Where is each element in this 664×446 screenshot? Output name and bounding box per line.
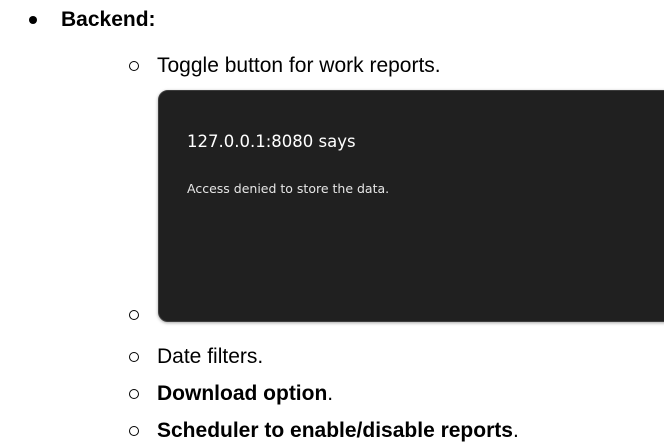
scheduler-period: . bbox=[512, 419, 519, 442]
sub-bullet-circle bbox=[129, 61, 139, 71]
bullet-dot bbox=[29, 16, 37, 24]
sub-bullet-circle bbox=[129, 352, 139, 362]
section-heading: Backend: bbox=[61, 8, 156, 31]
sub-bullet-circle bbox=[129, 389, 139, 399]
list-item-scheduler: Scheduler to enable/disable reports. bbox=[157, 419, 519, 443]
scheduler-label: Scheduler to enable/disable reports bbox=[157, 419, 513, 442]
alert-dialog-screenshot: 127.0.0.1:8080 says Access denied to sto… bbox=[158, 90, 664, 322]
list-item-date-filters: Date filters. bbox=[157, 345, 264, 368]
dialog-message: Access denied to store the data. bbox=[187, 181, 390, 196]
sub-bullet-circle bbox=[129, 426, 139, 436]
dialog-title: 127.0.0.1:8080 says bbox=[187, 132, 356, 151]
download-option-label: Download option bbox=[157, 382, 328, 405]
download-option-period: . bbox=[327, 382, 334, 405]
list-item-download-option: Download option. bbox=[157, 382, 333, 406]
list-item-toggle-button: Toggle button for work reports. bbox=[157, 54, 441, 77]
sub-bullet-circle bbox=[129, 310, 139, 320]
